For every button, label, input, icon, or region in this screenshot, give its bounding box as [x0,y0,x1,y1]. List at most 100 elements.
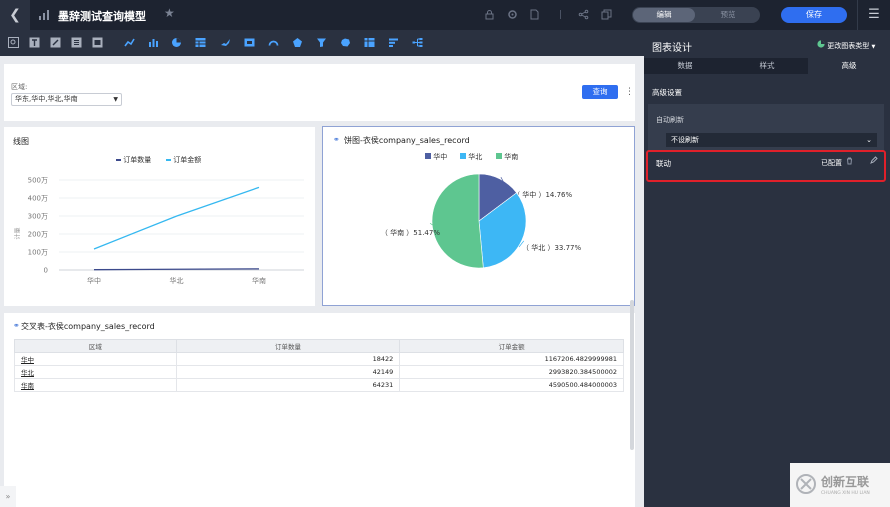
auto-refresh-select[interactable]: 不设刷新 ⌄ [666,133,877,147]
pie-data-label: （ 华南 ）51.47% [381,228,440,237]
caret-down-icon: ▼ [871,44,876,50]
linkage-highlight [646,150,886,182]
china-map-icon[interactable] [340,37,351,48]
text-widget-icon[interactable] [29,37,40,48]
region-select-value: 华东,华中,华北,华南 [15,95,78,103]
collapse-up-icon[interactable]: » [0,486,16,507]
more-icon[interactable]: ⋮ [625,87,634,97]
x-tick-label: 华北 [170,276,184,285]
chain-link-icon: ⚭ [13,321,20,330]
link-widget-icon[interactable] [50,37,61,48]
pie-data-label: （ 华中 ）14.76% [513,190,572,199]
query-widget-icon[interactable] [8,37,19,48]
auto-refresh-value: 不设刷新 [671,136,699,144]
query-button[interactable]: 查询 [582,85,618,99]
pie-slice[interactable] [431,173,484,269]
divider-icon [560,10,561,19]
mode-switch: 编辑 预览 [632,7,760,23]
series-line[interactable] [93,186,260,250]
line-chart: 500万 400万 300万 200万 100万 0 华中 华北 华南 [28,177,304,285]
funnel-chart-icon[interactable] [316,37,327,48]
edit-mode-tab[interactable]: 编辑 [633,8,695,22]
share-icon[interactable] [578,9,589,20]
region-cell[interactable]: 华北 [14,365,177,379]
column-header[interactable]: 订单数量 [175,339,401,353]
order-count-cell: 18422 [175,352,401,366]
order-amount-cell: 4590500.484000003 [399,378,624,392]
pivot-table-icon[interactable] [364,37,375,48]
order-amount-cell: 1167206.4829999981 [399,352,624,366]
series-line[interactable] [93,268,260,271]
copy-icon[interactable] [601,9,612,20]
line-chart-icon[interactable] [124,37,135,48]
kpi-card-icon[interactable] [244,37,255,48]
save-button[interactable]: 保存 [781,7,847,23]
cross-table: 区域 订单数量 订单金额 华中 18422 1167206.4829999981… [14,339,624,392]
y-tick-label: 0 [44,267,48,275]
image-widget-icon[interactable] [92,37,103,48]
column-header[interactable]: 订单金额 [399,339,624,353]
tree-chart-icon[interactable] [412,37,423,48]
tab-style[interactable]: 样式 [726,58,808,74]
bar-chart-icon[interactable] [148,37,159,48]
lock-icon[interactable] [484,9,495,20]
pie-chart: （ 华中 ）14.76% （ 华北 ）33.77% （ 华南 ）51.47% [381,173,581,269]
favorite-star-icon[interactable]: ★ [164,6,175,20]
y-tick-label: 500万 [28,177,48,185]
radar-chart-icon[interactable] [292,37,303,48]
x-tick-label: 华南 [252,276,266,285]
pie-type-icon [817,40,825,48]
y-tick-label: 100万 [28,249,48,257]
settings-gear-icon[interactable] [507,9,518,20]
canvas-scrollbar[interactable] [630,300,634,450]
pie-data-label: （ 华北 ）33.77% [522,243,581,252]
cross-table-title: 交叉表-衣侯company_sales_record [21,322,155,331]
chart-bars-icon [39,10,49,20]
region-cell[interactable]: 华南 [14,378,177,392]
gauge-chart-icon[interactable] [268,37,279,48]
linkage-label: 联动 [656,159,671,168]
caret-down-icon: ▼ [113,96,118,103]
brand-logo-icon [796,474,816,494]
delete-icon[interactable] [846,157,853,165]
tab-data[interactable]: 数据 [644,58,726,74]
auto-refresh-label: 自动刷新 [656,116,684,124]
top-bar: ❮ 墨辞测试查询模型 ★ 编辑 预览 保存 ☰ [0,0,890,30]
change-chart-type-label: 更改图表类型 [827,42,870,50]
page-title: 墨辞测试查询模型 [58,10,146,23]
document-icon[interactable] [529,9,540,20]
y-tick-label: 400万 [28,195,48,203]
linkage-status: 已配置 [821,159,842,167]
menu-icon[interactable]: ☰ [857,0,890,30]
change-chart-type[interactable]: 更改图表类型 ▼ [817,40,875,51]
table-row: 华中 18422 1167206.4829999981 [14,352,624,366]
region-select[interactable]: 华东,华中,华北,华南 ▼ [11,93,122,106]
table-chart-icon[interactable] [195,37,206,48]
brand-subtitle: CHUANG XIN HU LIAN [821,491,870,496]
y-tick-label: 300万 [28,213,48,221]
order-count-cell: 64231 [175,378,401,392]
region-filter-label: 区域: [11,83,28,91]
back-icon[interactable]: ❮ [0,0,30,30]
brand-name: 创新互联 [821,475,870,489]
order-count-cell: 42149 [175,365,401,379]
x-tick-label: 华中 [87,276,101,285]
y-tick-label: 200万 [28,231,48,239]
list-widget-icon[interactable] [71,37,82,48]
panel-title: 图表设计 [652,43,692,54]
table-row: 华南 64231 4590500.484000003 [14,378,624,392]
table-row: 华北 42149 2993820.384500002 [14,365,624,379]
edit-pencil-icon[interactable] [870,156,878,164]
chevron-down-icon: ⌄ [866,136,872,144]
bar-horizontal-icon[interactable] [388,37,399,48]
order-amount-cell: 2993820.384500002 [399,365,624,379]
chart-design-panel [644,30,890,507]
region-cell[interactable]: 华中 [14,352,177,366]
tab-advanced[interactable]: 高级 [808,58,890,74]
pie-chart-icon[interactable] [171,37,182,48]
preview-mode-tab[interactable]: 预览 [698,8,758,22]
map-chart-icon[interactable] [220,37,231,48]
brand-watermark: 创新互联 CHUANG XIN HU LIAN [790,463,890,507]
column-header[interactable]: 区域 [14,339,177,353]
advanced-settings-heading: 高级设置 [652,88,682,97]
